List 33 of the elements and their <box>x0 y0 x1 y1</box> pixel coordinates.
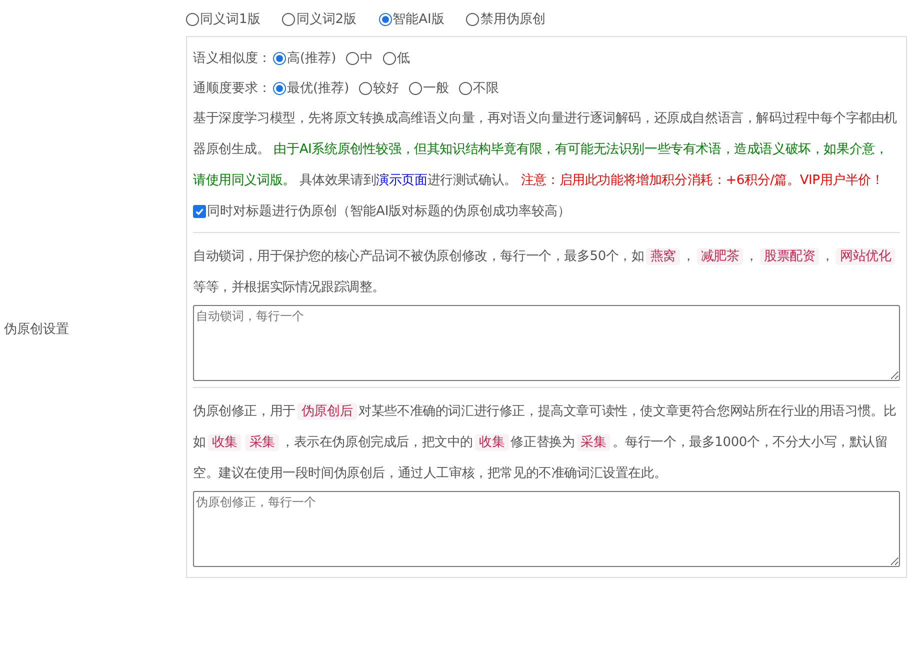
setting-label: 通顺度要求： <box>193 80 271 97</box>
section-label: 伪原创设置 <box>4 321 69 338</box>
radio-button[interactable] <box>186 12 199 26</box>
radio-button[interactable] <box>409 82 422 94</box>
lock-words-field[interactable]: 自动锁词，每行一个 <box>193 305 900 381</box>
radio-button[interactable] <box>459 82 472 94</box>
lock-words-description: 自动锁词，用于保护您的核心产品词不被伪原创修改，每行一个，最多50个，如 燕窝 ， 减肥茶 ， 股票配资 ， 网站优化 等等，并根据实际情况跟踪调整。 <box>193 241 900 303</box>
corrections-field[interactable]: 伪原创修正，每行一个 <box>193 491 900 567</box>
option-label[interactable]: 同义词2版 <box>296 10 357 28</box>
option-label[interactable]: 智能AI版 <box>392 10 444 28</box>
demo-link[interactable]: 演示页面 <box>376 173 428 188</box>
checkbox[interactable] <box>193 204 206 218</box>
radio-button[interactable] <box>466 12 480 26</box>
corrections-description: 伪原创修正，用于 伪原创后 对某些不准确的词汇进行修正，提高文章可读性，使文章更符合您网站所在行业的用语习惯。比如 收集 采集 ，表示在伪原创完成后，把文中的 收集 修正替换为 采集 。每行一个，最多1000个，不分大小写，默认留空。建议在使用一段时间伪原创后，通过人工审核，把常见的不准确词汇设置在此。 <box>193 402 898 483</box>
option-label[interactable]: 高(推荐) <box>287 49 336 67</box>
option-label[interactable]: 同义词1版 <box>200 10 260 28</box>
option-label[interactable]: 低 <box>397 49 410 67</box>
checkbox-label[interactable]: 同时对标题进行伪原创（智能AI版对标题的伪原创成功率较高） <box>207 202 571 220</box>
radio-button[interactable] <box>378 12 392 26</box>
option-label[interactable]: 不限 <box>473 79 500 97</box>
radio-button[interactable] <box>346 52 360 64</box>
setting-label: 语义相似度： <box>193 50 271 67</box>
option-label[interactable]: 中 <box>360 49 374 67</box>
radio-button[interactable] <box>273 52 286 64</box>
ai-description: 基于深度学习模型，先将原文转换成高维语义向量，再对语义向量进行逐词解码，还原成自然语言，解码过程中每个字都由机器原创生成。 由于AI系统原创性较强，但其知识结构毕竟有限，有可能无法识别一些专有术语，造成语义破坏，如果介意，请使用同义词版。 具体效果请到演示页面进行测试确认。 注意：启用此功能将增加积分消耗：+6积分/篇。VIP用户半价！ <box>193 110 898 190</box>
radio-button[interactable] <box>359 82 372 94</box>
option-label[interactable]: 最优(推荐) <box>287 79 350 97</box>
option-label[interactable]: 一般 <box>423 79 450 97</box>
radio-button[interactable] <box>273 82 286 94</box>
option-label[interactable]: 较好 <box>373 79 400 97</box>
radio-button[interactable] <box>383 52 396 64</box>
option-label[interactable]: 禁用伪原创 <box>480 10 546 28</box>
radio-button[interactable] <box>282 12 296 26</box>
